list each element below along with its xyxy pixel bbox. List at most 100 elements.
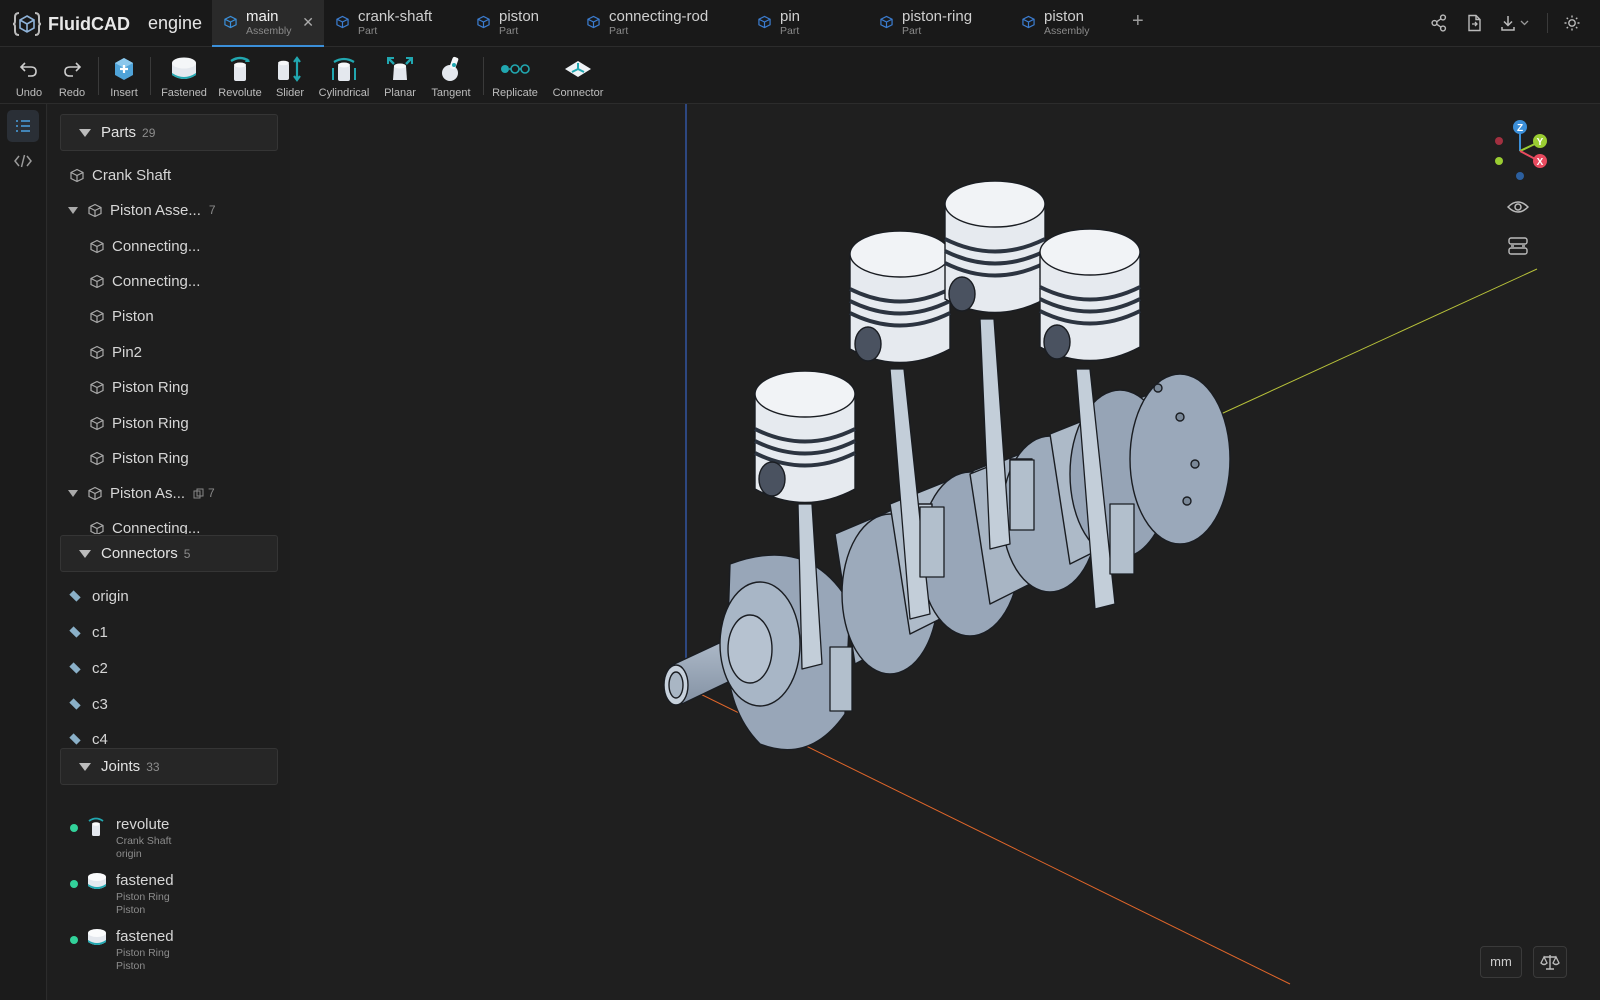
download-menu-button[interactable] [1500, 14, 1529, 32]
connector-label: c2 [92, 659, 108, 677]
cube-icon [90, 416, 104, 430]
tab-main[interactable]: main Assembly ✕ [212, 0, 324, 47]
cylindrical-button[interactable]: Cylindrical [314, 53, 374, 99]
tab-type: Part [780, 25, 800, 37]
connector-item-c3[interactable]: c3 [69, 692, 108, 716]
tree-item-label: Connecting... [112, 519, 201, 535]
tree-item-piston-assembly[interactable]: Piston As... 7 [68, 478, 215, 508]
share-icon[interactable] [1431, 14, 1447, 32]
insert-button[interactable]: Insert [94, 53, 154, 99]
tab-piston-ring[interactable]: piston-ring Part [868, 0, 996, 47]
tree-item-connecting-rod[interactable]: Connecting... [90, 518, 200, 534]
slider-label: Slider [275, 87, 305, 99]
tree-item-count: 7 [208, 486, 215, 500]
tree-item-piston-ring[interactable]: Piston Ring [90, 443, 189, 473]
left-rail [0, 104, 47, 1000]
undo-icon [19, 62, 37, 77]
list-tree-icon [16, 120, 30, 132]
gizmo-y-label: Y [1537, 137, 1544, 148]
tree-item-crank-shaft[interactable]: Crank Shaft [70, 160, 171, 190]
joint-part-a: Piston Ring [116, 947, 170, 959]
tab-type: Part [358, 25, 378, 37]
engine-model-render[interactable] [290, 104, 1600, 1000]
redo-button[interactable]: Redo [42, 53, 102, 99]
cube-icon [90, 239, 104, 253]
tree-item-label: Piston Asse... [110, 201, 201, 219]
tab-connecting-rod[interactable]: connecting-rod Part [575, 0, 735, 47]
connector-item-c2[interactable]: c2 [69, 656, 108, 680]
tree-item-piston-ring[interactable]: Piston Ring [90, 408, 189, 438]
joint-part-a: Piston Ring [116, 891, 170, 903]
tree-item-piston-assembly[interactable]: Piston Asse... 7 [68, 195, 216, 225]
tree-view-button[interactable] [7, 110, 39, 142]
chevron-down-icon [1520, 20, 1529, 26]
cube-icon [90, 380, 104, 394]
cube-icon [90, 345, 104, 359]
connector-icon [69, 590, 81, 602]
tangent-button[interactable]: Tangent [421, 53, 481, 99]
joint-item-revolute[interactable]: revolute Crank Shaft origin [70, 816, 280, 868]
fastened-button[interactable]: Fastened [154, 53, 214, 99]
cube-icon [587, 15, 600, 29]
download-icon [1501, 16, 1515, 31]
slider-button[interactable]: Slider [260, 53, 320, 99]
tree-item-label: Piston Ring [112, 414, 189, 432]
tab-type: Part [609, 25, 629, 37]
tab-pin[interactable]: pin Part [746, 0, 846, 47]
tree-item-piston-ring[interactable]: Piston Ring [90, 372, 189, 402]
joint-name: fastened [116, 928, 174, 945]
joint-name: revolute [116, 816, 170, 833]
joint-item-fastened[interactable]: fastened Piston Ring Piston [70, 872, 280, 924]
tree-item-piston[interactable]: Piston [90, 301, 154, 331]
orientation-gizmo[interactable]: Z Y X [1490, 116, 1550, 186]
insert-icon [115, 58, 133, 80]
connector-item-origin[interactable]: origin [69, 584, 129, 608]
fastened-joint-icon [88, 929, 106, 945]
measure-button[interactable] [1533, 946, 1567, 978]
tab-crank-shaft[interactable]: crank-shaft Part [324, 0, 456, 47]
app-logo[interactable]: FluidCAD [12, 9, 130, 39]
add-tab-button[interactable]: + [1132, 10, 1144, 33]
chevron-down-icon[interactable] [68, 489, 78, 497]
theme-icon[interactable] [1563, 14, 1581, 32]
connector-button[interactable]: Connector [548, 53, 608, 99]
planar-joint-icon [387, 57, 413, 80]
tree-item-connecting-rod[interactable]: Connecting... [90, 231, 200, 261]
parts-section-header[interactable]: Parts 29 [60, 114, 278, 151]
unit-selector-button[interactable]: mm [1480, 946, 1522, 978]
section-count: 29 [142, 126, 156, 140]
tree-item-label: Piston Ring [112, 378, 189, 396]
connectors-section-header[interactable]: Connectors 5 [60, 535, 278, 572]
replicate-button[interactable]: Replicate [485, 53, 545, 99]
project-name[interactable]: engine [148, 13, 202, 34]
connector-item-c1[interactable]: c1 [69, 620, 108, 644]
tree-item-label: Pin2 [112, 343, 143, 361]
section-title: Connectors [101, 545, 178, 562]
connector-label: origin [92, 587, 129, 605]
tab-piston[interactable]: piston Part [465, 0, 575, 47]
fit-view-button[interactable] [1501, 229, 1535, 263]
code-view-button[interactable] [7, 145, 39, 177]
visibility-toggle-button[interactable] [1501, 190, 1535, 224]
tab-name: pin [780, 8, 801, 25]
close-icon[interactable]: ✕ [302, 14, 314, 31]
tree-item-count: 7 [208, 203, 216, 217]
revolute-joint-icon [230, 56, 250, 81]
tree-item-label: Connecting... [112, 237, 201, 255]
status-dot [70, 824, 78, 832]
joint-item-fastened[interactable]: fastened Piston Ring Piston [70, 928, 280, 980]
tree-item-pin2[interactable]: Pin2 [90, 337, 142, 367]
chevron-down-icon[interactable] [68, 206, 78, 214]
tab-piston-assembly[interactable]: piston Assembly [1010, 0, 1120, 47]
gizmo-x-label: X [1537, 157, 1544, 168]
3d-viewport[interactable]: Z Y X mm [290, 104, 1600, 1000]
crankshaft [663, 373, 1231, 751]
export-file-icon[interactable] [1466, 14, 1482, 32]
tab-type: Assembly [1044, 25, 1090, 37]
tree-item-connecting-rod[interactable]: Connecting... [90, 266, 200, 296]
cube-icon [90, 274, 104, 288]
joint-name: fastened [116, 872, 174, 889]
y-axis-line [1209, 268, 1538, 420]
revolute-joint-icon [88, 817, 104, 836]
joints-section-header[interactable]: Joints 33 [60, 748, 278, 785]
